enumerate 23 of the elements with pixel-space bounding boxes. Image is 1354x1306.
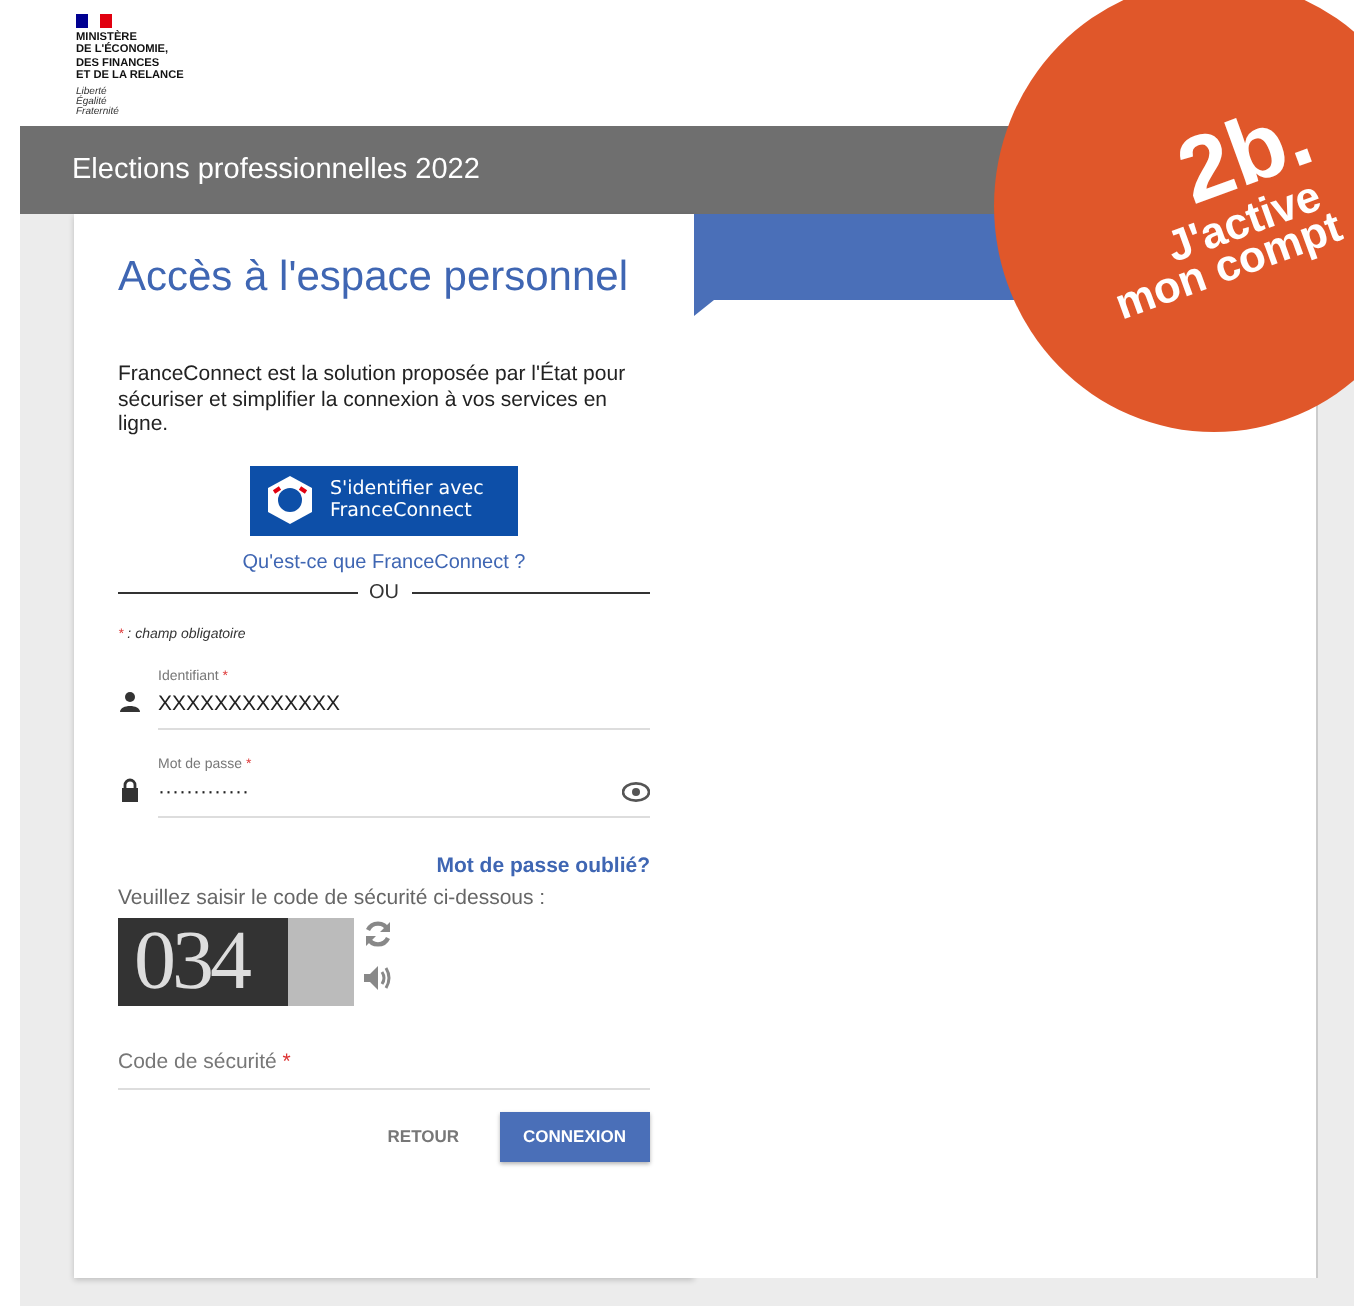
captcha-image: 034 — [118, 917, 354, 1005]
security-code-field[interactable]: Code de sécurité * — [118, 1049, 650, 1089]
required-mark: * — [280, 1049, 291, 1073]
separator-text: OU — [369, 581, 399, 603]
field-label: Code de sécurité — [118, 1049, 277, 1073]
card-title: Accès à l'espace personnel — [118, 254, 630, 302]
flag-logo-icon — [76, 14, 112, 28]
login-button[interactable]: CONNEXION — [499, 1111, 650, 1161]
person-icon — [118, 689, 142, 713]
eye-icon[interactable] — [622, 781, 650, 801]
captcha-prompt: Veuillez saisir le code de sécurité ci-dessous : — [118, 885, 548, 909]
franceconnect-info-link[interactable]: Qu'est-ce que FranceConnect ? — [242, 551, 526, 573]
refresh-icon[interactable] — [362, 917, 394, 949]
username-field[interactable]: XXXXXXXXXXXXX — [158, 691, 650, 715]
lock-icon — [118, 777, 142, 801]
back-button[interactable]: RETOUR — [363, 1111, 484, 1161]
speaker-icon[interactable] — [362, 961, 394, 993]
page-title: Elections professionnelles 2022 — [72, 154, 480, 186]
franceconnect-logo-icon — [266, 474, 314, 526]
forgot-password-link[interactable]: Mot de passe oublié? — [436, 853, 650, 877]
password-field[interactable]: ············· — [158, 779, 622, 803]
intro-text: FranceConnect est la solution proposée par l'État pour sécuriser et simplifier la connexion à vos services en ligne. — [118, 362, 628, 437]
franceconnect-button[interactable]: S'identifier avec FranceConnect — [250, 465, 518, 535]
